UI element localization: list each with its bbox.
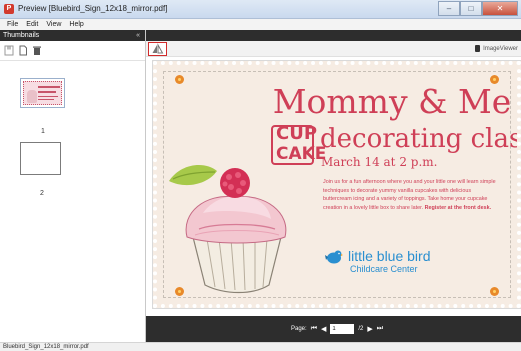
page-label: Page: bbox=[291, 326, 307, 332]
thumbnails-header: Thumbnails « bbox=[0, 30, 145, 41]
brand-icon bbox=[475, 45, 481, 52]
logo-subtitle: Childcare Center bbox=[350, 264, 418, 274]
collapse-panel-button[interactable]: « bbox=[136, 30, 140, 41]
title-bar: P Preview [Bluebird_Sign_12x18_mirror.pd… bbox=[0, 0, 521, 19]
flower-icon bbox=[490, 287, 499, 296]
logo-text: little blue bird Childcare Center bbox=[348, 248, 431, 275]
thumbnail-number-1: 1 bbox=[41, 128, 45, 135]
delete-icon[interactable] bbox=[32, 45, 42, 56]
brand: ImageViewer bbox=[475, 45, 518, 52]
menu-file[interactable]: File bbox=[3, 19, 22, 30]
page-number-input[interactable] bbox=[330, 324, 355, 334]
event-date: March 14 at 2 p.m. bbox=[321, 155, 438, 169]
bird-icon bbox=[325, 250, 343, 264]
logo: little blue bird Childcare Center bbox=[325, 249, 431, 274]
register-text: Register at the front desk. bbox=[424, 205, 492, 212]
page-navigation-bar: Page: ⏮ ◀ /2 ▶ ⏭ bbox=[146, 316, 521, 342]
flyer-headline: Mommy & Me bbox=[272, 82, 512, 121]
thumbnails-panel: Thumbnails « 1 2 bbox=[0, 30, 146, 342]
flyer-subhead: decorating class bbox=[320, 124, 521, 154]
menu-help[interactable]: Help bbox=[65, 19, 87, 30]
thumbnail-number-2: 2 bbox=[40, 190, 44, 197]
cupcake-illustration bbox=[169, 165, 287, 294]
previous-page-icon[interactable]: ◀ bbox=[321, 325, 326, 333]
status-filename: Bluebird_Sign_12x18_mirror.pdf bbox=[3, 344, 89, 350]
close-button[interactable]: ✕ bbox=[482, 1, 518, 16]
next-page-icon[interactable]: ▶ bbox=[367, 325, 372, 333]
mirror-button[interactable] bbox=[148, 42, 167, 56]
save-icon[interactable] bbox=[4, 45, 14, 56]
minimize-button[interactable]: – bbox=[438, 1, 460, 16]
maximize-button[interactable]: □ bbox=[460, 1, 482, 16]
document-page: Mommy & Me CUP CAKE decorating class Mar… bbox=[153, 61, 521, 308]
new-page-icon[interactable] bbox=[18, 45, 28, 56]
brand-label: ImageViewer bbox=[483, 45, 518, 52]
page-total: /2 bbox=[358, 326, 364, 332]
page-thumbnail-2[interactable] bbox=[20, 142, 61, 175]
first-page-icon[interactable]: ⏮ bbox=[311, 325, 317, 333]
window-title: Preview [Bluebird_Sign_12x18_mirror.pdf] bbox=[18, 4, 168, 13]
document-viewer: ImageViewer Mommy & Me CUP CAKE decorati… bbox=[146, 30, 521, 342]
thumbnails-toolbar bbox=[0, 41, 145, 61]
flower-icon bbox=[175, 75, 184, 84]
menu-edit[interactable]: Edit bbox=[22, 19, 42, 30]
app-icon: P bbox=[4, 4, 14, 14]
mirror-icon bbox=[152, 43, 164, 54]
event-description: Join us for a fun afternoon where you an… bbox=[323, 178, 499, 213]
page-navigator: Page: ⏮ ◀ /2 ▶ ⏭ bbox=[291, 324, 383, 334]
thumbnail-preview bbox=[23, 81, 62, 105]
viewer-toolbar: ImageViewer bbox=[146, 41, 521, 57]
menu-view[interactable]: View bbox=[42, 19, 65, 30]
page-thumbnail-1[interactable] bbox=[20, 78, 65, 108]
last-page-icon[interactable]: ⏭ bbox=[377, 325, 383, 333]
thumbnails-title: Thumbnails bbox=[3, 32, 40, 39]
status-bar: Bluebird_Sign_12x18_mirror.pdf bbox=[0, 342, 521, 351]
window-controls: – □ ✕ bbox=[438, 1, 518, 16]
logo-name: little blue bird bbox=[348, 248, 431, 264]
viewer-header-bar bbox=[146, 30, 521, 41]
menu-bar: File Edit View Help bbox=[0, 19, 521, 30]
